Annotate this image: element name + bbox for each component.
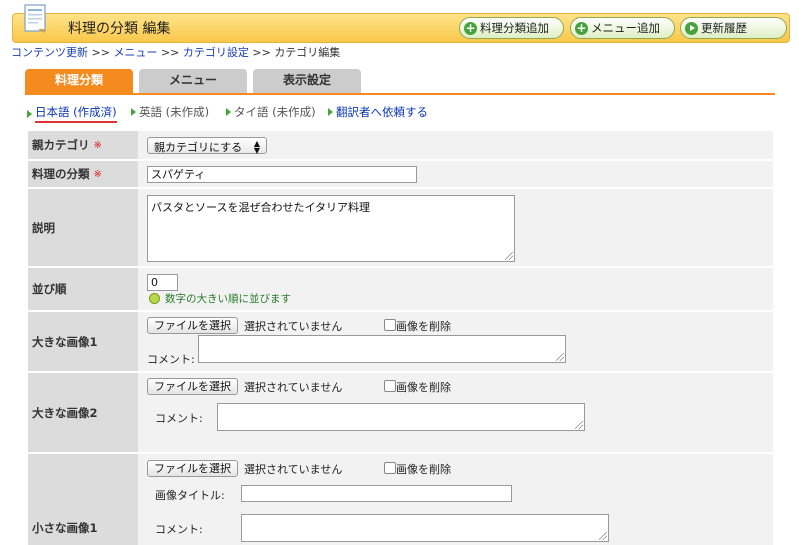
description-text: パスタとソースを混ぜ合わせたイタリア料理: [151, 201, 371, 214]
small-image-1-comment-textarea[interactable]: [241, 514, 609, 542]
lang-japanese[interactable]: 日本語 (作成済): [27, 104, 117, 123]
large-image-2-label-text: 大きな画像2: [32, 405, 98, 420]
lang-thai[interactable]: タイ語 (未作成): [226, 104, 316, 120]
parent-category-label-text: 親カテゴリ: [32, 138, 90, 152]
triangle-right-icon: [27, 109, 32, 118]
breadcrumb-menu[interactable]: メニュー: [113, 46, 157, 59]
large-image-1-comment-textarea[interactable]: [198, 335, 566, 363]
description-label: 説明: [28, 189, 138, 266]
required-mark: ※: [93, 168, 102, 180]
small-image-1-title-input[interactable]: [241, 485, 512, 502]
small-image-1-delete-label: 画像を削除: [396, 463, 451, 476]
small-image-1-title-label: 画像タイトル:: [155, 489, 225, 502]
triangle-right-icon: [226, 108, 231, 116]
breadcrumb-separator: >>: [91, 46, 110, 59]
sort-order-label: 並び順: [28, 268, 138, 310]
parent-category-selected: 親カテゴリにする: [154, 141, 243, 154]
small-image-1-delete-checkbox[interactable]: [384, 462, 396, 474]
resize-grip-icon: [505, 252, 513, 260]
large-image-2-file-button[interactable]: ファイルを選択: [147, 378, 238, 395]
parent-category-select[interactable]: 親カテゴリにする ▲ ▼: [147, 137, 267, 155]
plus-icon: +: [575, 20, 588, 35]
large-image-2-no-file: 選択されていません: [244, 381, 343, 394]
category-name-label: 料理の分類 ※: [28, 161, 138, 187]
plus-icon: +: [464, 20, 477, 35]
triangle-right-icon: [131, 108, 136, 116]
large-image-2-comment-label: コメント:: [155, 412, 203, 425]
large-image-2-delete-label: 画像を削除: [396, 381, 451, 394]
add-menu-label: メニュー追加: [591, 21, 660, 35]
update-history-label: 更新履歴: [701, 21, 747, 35]
page-title: 料理の分類 編集: [68, 21, 171, 37]
lang-thai-label: タイ語 (未作成): [234, 105, 316, 119]
required-mark: ※: [93, 139, 102, 151]
row-sort-order: [28, 268, 773, 310]
tab-underline: [25, 93, 775, 95]
row-parent-category: [28, 131, 773, 159]
small-image-1-comment-label: コメント:: [155, 523, 203, 536]
update-history-button[interactable]: 更新履歴: [680, 17, 787, 39]
triangle-right-icon: [328, 108, 333, 116]
sort-order-hint-text: 数字の大きい順に並びます: [165, 293, 291, 305]
breadcrumb-content-update[interactable]: コンテンツ更新: [11, 46, 88, 59]
large-image-1-label: 大きな画像1: [28, 312, 138, 371]
large-image-1-delete-checkbox[interactable]: [384, 319, 396, 331]
breadcrumb-separator: >>: [160, 46, 180, 59]
large-image-2-comment-textarea[interactable]: [217, 403, 585, 431]
sort-order-hint: 数字の大きい順に並びます: [149, 291, 291, 306]
tab-cuisine-category[interactable]: 料理分類: [25, 69, 133, 93]
add-cuisine-category-button[interactable]: + 料理分類追加: [459, 17, 564, 39]
breadcrumb-separator: >>: [252, 46, 271, 59]
breadcrumb: コンテンツ更新 >> メニュー >> カテゴリ設定 >> カテゴリ編集: [11, 44, 340, 60]
large-image-1-comment-label: コメント:: [147, 353, 195, 366]
parent-category-label: 親カテゴリ ※: [28, 131, 138, 159]
sort-order-input[interactable]: 0: [147, 274, 178, 291]
sort-order-label-text: 並び順: [32, 282, 67, 296]
small-image-1-file-button[interactable]: ファイルを選択: [147, 460, 238, 477]
description-textarea[interactable]: パスタとソースを混ぜ合わせたイタリア料理: [147, 195, 515, 262]
select-arrows-icon: ▲ ▼: [253, 139, 260, 155]
small-image-1-label: 小さな画像1: [28, 454, 138, 545]
lightbulb-icon: [149, 293, 160, 304]
resize-grip-icon: [556, 353, 564, 361]
lang-english-label: 英語 (未作成): [139, 105, 210, 119]
resize-grip-icon: [599, 532, 607, 540]
large-image-1-no-file: 選択されていません: [244, 320, 343, 333]
breadcrumb-current: カテゴリ編集: [274, 46, 341, 59]
breadcrumb-category-settings[interactable]: カテゴリ設定: [183, 46, 249, 59]
category-name-input[interactable]: スパゲティ: [147, 166, 417, 183]
small-image-1-label-text: 小さな画像1: [32, 521, 98, 535]
request-translator-label: 翻訳者へ依頼する: [336, 105, 428, 119]
large-image-1-file-button[interactable]: ファイルを選択: [147, 317, 238, 334]
category-name-label-text: 料理の分類: [32, 167, 90, 181]
document-icon: [24, 4, 46, 33]
play-icon: [685, 21, 698, 35]
tab-display-settings[interactable]: 表示設定: [253, 69, 361, 93]
large-image-2-label: 大きな画像2: [28, 373, 138, 452]
lang-english[interactable]: 英語 (未作成): [131, 104, 209, 120]
add-menu-button[interactable]: + メニュー追加: [570, 17, 675, 39]
lang-japanese-label: 日本語 (作成済): [35, 104, 117, 123]
resize-grip-icon: [575, 421, 583, 429]
large-image-1-delete-label: 画像を削除: [396, 320, 451, 333]
add-cuisine-category-label: 料理分類追加: [480, 21, 549, 35]
description-label-text: 説明: [32, 220, 55, 235]
large-image-2-delete-checkbox[interactable]: [384, 380, 396, 392]
large-image-1-label-text: 大きな画像1: [32, 334, 98, 349]
small-image-1-no-file: 選択されていません: [244, 463, 343, 476]
request-translator-link[interactable]: 翻訳者へ依頼する: [328, 104, 428, 120]
tab-menu[interactable]: メニュー: [139, 69, 247, 93]
